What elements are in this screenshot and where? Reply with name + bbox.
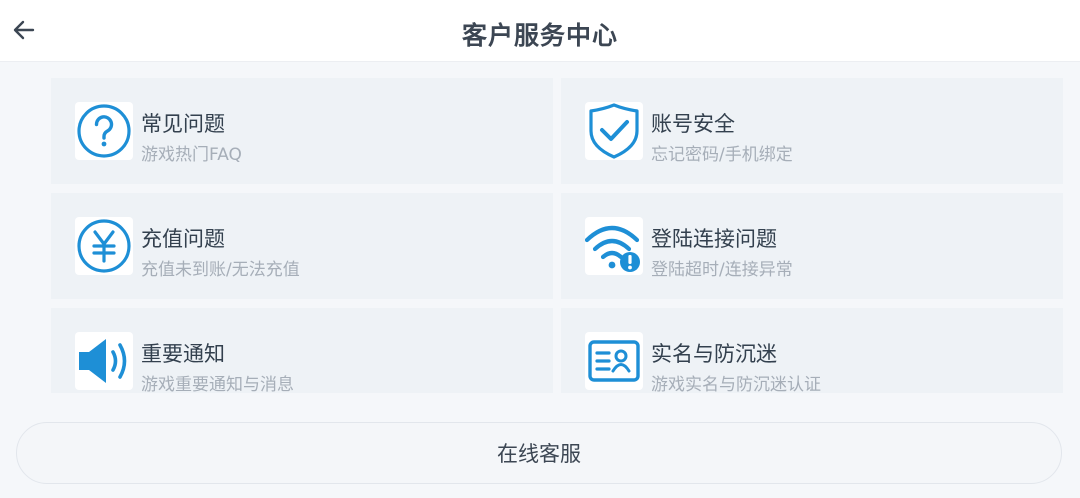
header-bar: 客户服务中心 bbox=[0, 0, 1080, 62]
id-card-icon bbox=[585, 332, 643, 390]
card-title: 重要通知 bbox=[141, 342, 225, 366]
card-title: 账号安全 bbox=[651, 112, 735, 136]
question-circle-icon bbox=[75, 102, 133, 160]
online-service-button[interactable]: 在线客服 bbox=[16, 422, 1062, 484]
yen-circle-icon bbox=[75, 217, 133, 275]
shield-check-icon bbox=[585, 102, 643, 160]
card-title: 常见问题 bbox=[141, 112, 225, 136]
notice-card[interactable]: 重要通知 游戏重要通知与消息 bbox=[51, 308, 553, 393]
wifi-alert-icon bbox=[585, 217, 643, 275]
card-subtitle: 游戏实名与防沉迷认证 bbox=[651, 375, 821, 393]
speaker-icon bbox=[75, 332, 133, 390]
card-subtitle: 充值未到账/无法充值 bbox=[141, 260, 300, 280]
card-subtitle: 登陆超时/连接异常 bbox=[651, 260, 793, 280]
card-subtitle: 游戏重要通知与消息 bbox=[141, 375, 294, 393]
card-subtitle: 忘记密码/手机绑定 bbox=[651, 145, 793, 165]
service-grid: 常见问题 游戏热门FAQ 账号安全 忘记密码/手机绑定 充值问题 充值未到账/无… bbox=[0, 63, 1080, 393]
login-connection-card[interactable]: 登陆连接问题 登陆超时/连接异常 bbox=[561, 193, 1063, 299]
faq-card[interactable]: 常见问题 游戏热门FAQ bbox=[51, 78, 553, 184]
card-title: 充值问题 bbox=[141, 227, 225, 251]
account-security-card[interactable]: 账号安全 忘记密码/手机绑定 bbox=[561, 78, 1063, 184]
realname-card[interactable]: 实名与防沉迷 游戏实名与防沉迷认证 bbox=[561, 308, 1063, 393]
page-title: 客户服务中心 bbox=[461, 21, 618, 50]
card-title: 实名与防沉迷 bbox=[651, 342, 777, 366]
recharge-card[interactable]: 充值问题 充值未到账/无法充值 bbox=[51, 193, 553, 299]
card-title: 登陆连接问题 bbox=[651, 227, 777, 251]
card-subtitle: 游戏热门FAQ bbox=[141, 145, 242, 165]
